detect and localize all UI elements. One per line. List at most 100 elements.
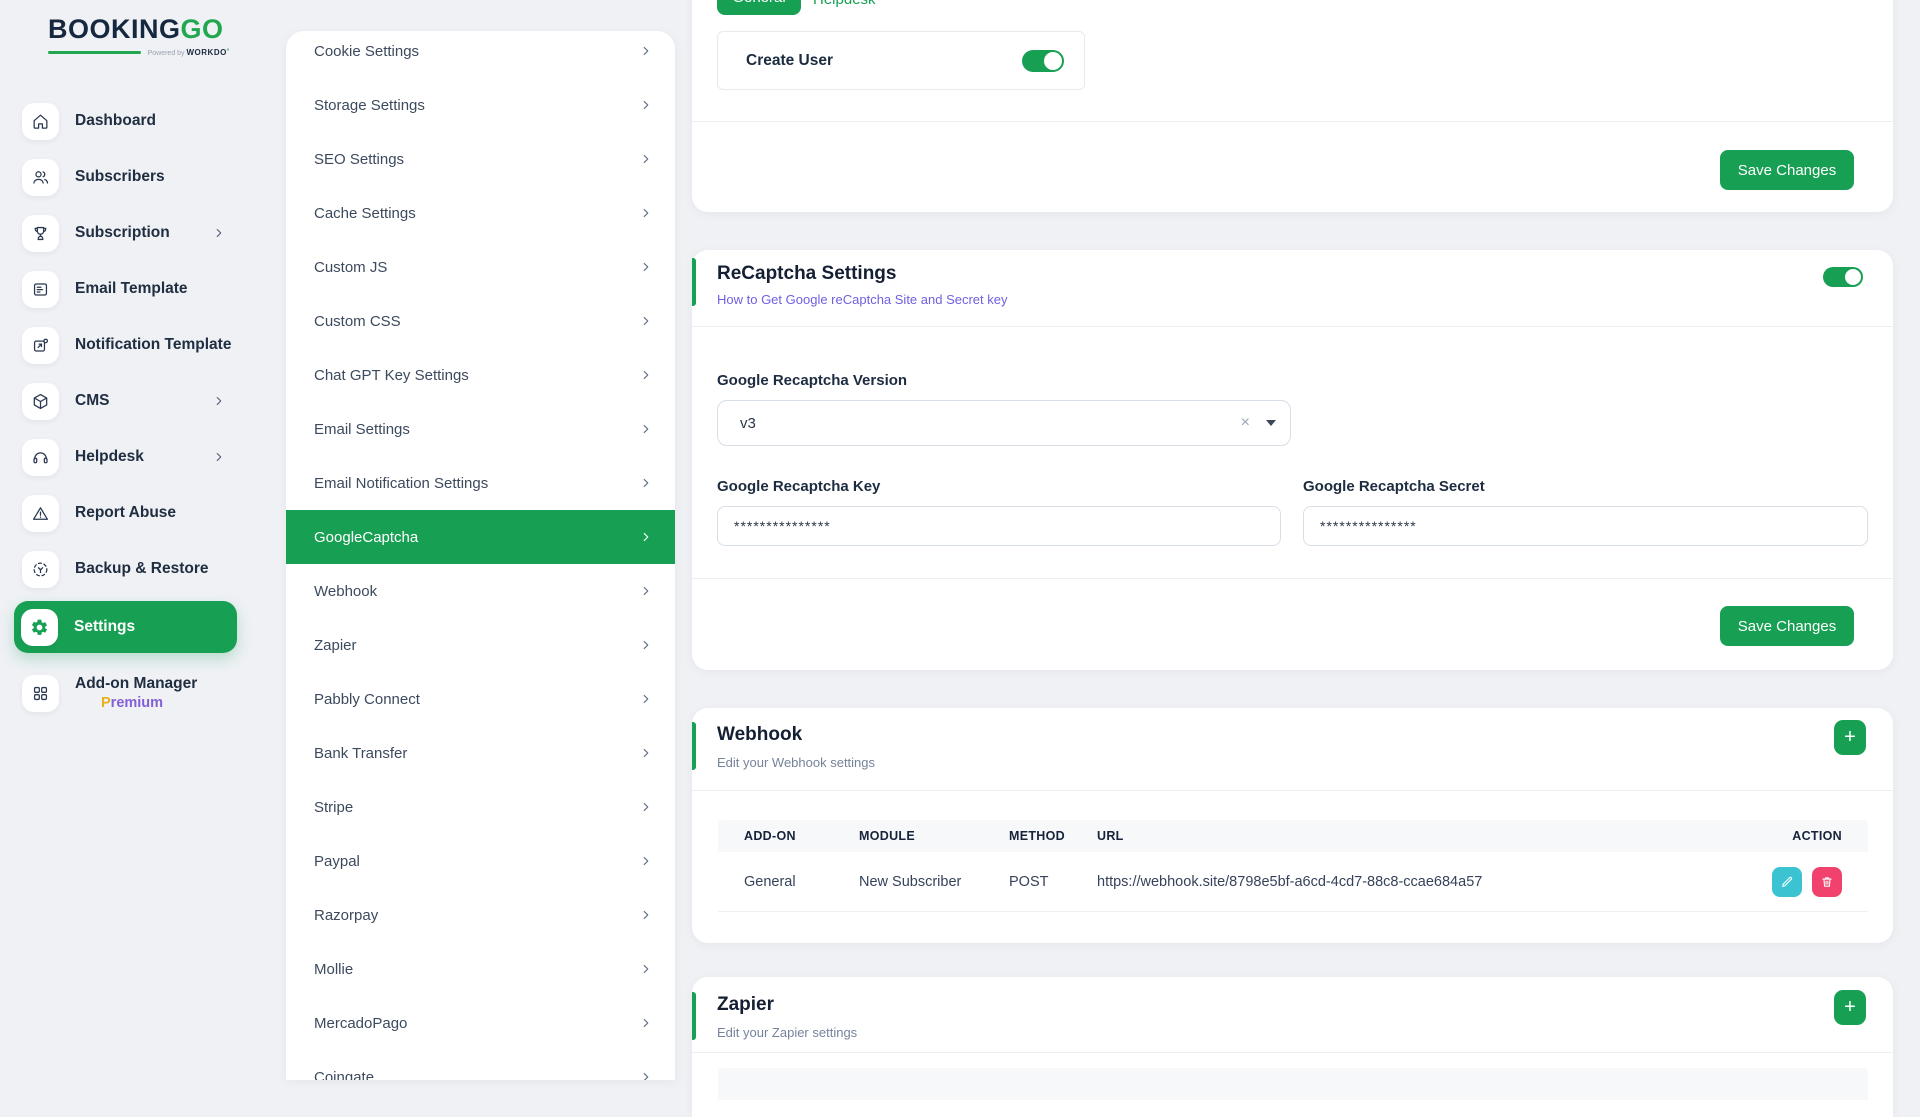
pencil-icon: [1780, 875, 1794, 889]
cube-icon: [31, 392, 50, 411]
restore-icon: [31, 560, 50, 579]
submenu-item-stripe[interactable]: Stripe: [286, 780, 675, 834]
recaptcha-settings-card: ReCaptcha Settings How to Get Google reC…: [692, 250, 1893, 670]
submenu-item-mercadopago[interactable]: MercadoPago: [286, 996, 675, 1050]
chevron-right-icon: [639, 206, 653, 220]
chevron-right-icon: [639, 152, 653, 166]
sidebar-item-notification-template[interactable]: Notification Template: [0, 317, 256, 373]
chevron-right-icon: [639, 638, 653, 652]
headset-icon: [31, 448, 50, 467]
submenu-item-custom-js[interactable]: Custom JS: [286, 240, 675, 294]
recaptcha-secret-label: Google Recaptcha Secret: [1303, 478, 1485, 495]
submenu-item-seo-settings[interactable]: SEO Settings: [286, 132, 675, 186]
chevron-right-icon: [639, 584, 653, 598]
chevron-right-icon: [639, 1016, 653, 1030]
chevron-right-icon: [639, 908, 653, 922]
sidebar-item-label: Notification Template: [75, 336, 231, 354]
chevron-right-icon: [639, 422, 653, 436]
chevron-right-icon: [212, 226, 226, 240]
tab-helpdesk[interactable]: Helpdesk: [813, 0, 876, 15]
submenu-item-label: Mollie: [314, 961, 353, 978]
webhook-title: Webhook: [717, 724, 802, 746]
submenu-item-chat-gpt-key-settings[interactable]: Chat GPT Key Settings: [286, 348, 675, 402]
submenu-item-googlecaptcha[interactable]: GoogleCaptcha: [286, 510, 675, 564]
submenu-item-cache-settings[interactable]: Cache Settings: [286, 186, 675, 240]
chevron-right-icon: [639, 98, 653, 112]
chevron-right-icon: [639, 746, 653, 760]
sidebar-item-cms[interactable]: CMS: [0, 373, 256, 429]
recaptcha-version-value: v3: [740, 415, 1241, 432]
chevron-right-icon: [639, 530, 653, 544]
save-changes-button[interactable]: Save Changes: [1720, 150, 1854, 190]
chevron-right-icon: [212, 450, 226, 464]
chevron-right-icon: [639, 692, 653, 706]
submenu-item-label: Chat GPT Key Settings: [314, 367, 469, 384]
caret-down-icon[interactable]: [1266, 420, 1276, 426]
recaptcha-secret-input[interactable]: [1303, 506, 1868, 546]
sidebar-item-backup-restore[interactable]: Backup & Restore: [0, 541, 256, 597]
users-icon: [22, 159, 59, 196]
delete-button[interactable]: [1812, 867, 1842, 897]
chevron-right-icon: [639, 530, 653, 544]
submenu-item-email-notification-settings[interactable]: Email Notification Settings: [286, 456, 675, 510]
add-zapier-button[interactable]: +: [1834, 990, 1866, 1025]
trash-icon: [1820, 875, 1834, 889]
sidebar-item-settings[interactable]: Settings: [0, 599, 256, 655]
warning-icon: [31, 504, 50, 523]
sidebar-item-add-on-manager[interactable]: Add-on Manager Premium: [0, 657, 256, 729]
chevron-right-icon: [639, 44, 653, 58]
submenu-item-pabbly-connect[interactable]: Pabbly Connect: [286, 672, 675, 726]
create-user-toggle[interactable]: [1022, 50, 1064, 72]
create-user-setting: Create User: [717, 31, 1085, 90]
zapier-card: Zapier Edit your Zapier settings +: [692, 977, 1893, 1117]
chevron-right-icon: [639, 692, 653, 706]
chevron-right-icon: [639, 368, 653, 382]
recaptcha-version-select[interactable]: v3 ×: [717, 400, 1291, 446]
recaptcha-key-input[interactable]: [717, 506, 1281, 546]
cell-url: https://webhook.site/8798e5bf-a6cd-4cd7-…: [1097, 874, 1732, 890]
recaptcha-toggle[interactable]: [1823, 267, 1863, 287]
premium-badge: Premium: [101, 695, 197, 711]
submenu-item-label: Custom JS: [314, 259, 387, 276]
submenu-item-label: SEO Settings: [314, 151, 404, 168]
submenu-item-mollie[interactable]: Mollie: [286, 942, 675, 996]
submenu-item-bank-transfer[interactable]: Bank Transfer: [286, 726, 675, 780]
chevron-right-icon: [639, 422, 653, 436]
app-logo: BOOKINGGO Powered by WORKDO˚: [48, 14, 230, 57]
zapier-table-header: [718, 1068, 1868, 1100]
sidebar-item-dashboard[interactable]: Dashboard: [0, 93, 256, 149]
recaptcha-version-label: Google Recaptcha Version: [717, 372, 907, 389]
submenu-item-cookie-settings[interactable]: Cookie Settings: [286, 31, 675, 78]
submenu-item-label: Razorpay: [314, 907, 378, 924]
submenu-item-razorpay[interactable]: Razorpay: [286, 888, 675, 942]
recaptcha-help-link[interactable]: How to Get Google reCaptcha Site and Sec…: [717, 292, 1008, 307]
submenu-item-custom-css[interactable]: Custom CSS: [286, 294, 675, 348]
chevron-right-icon: [639, 206, 653, 220]
save-changes-button[interactable]: Save Changes: [1720, 606, 1854, 646]
submenu-item-label: MercadoPago: [314, 1015, 407, 1032]
webhook-subtitle: Edit your Webhook settings: [717, 755, 875, 770]
submenu-item-label: Custom CSS: [314, 313, 401, 330]
clear-icon[interactable]: ×: [1241, 414, 1250, 432]
submenu-item-storage-settings[interactable]: Storage Settings: [286, 78, 675, 132]
sidebar-item-subscribers[interactable]: Subscribers: [0, 149, 256, 205]
submenu-item-webhook[interactable]: Webhook: [286, 564, 675, 618]
sidebar-item-report-abuse[interactable]: Report Abuse: [0, 485, 256, 541]
submenu-item-email-settings[interactable]: Email Settings: [286, 402, 675, 456]
sidebar-item-subscription[interactable]: Subscription: [0, 205, 256, 261]
table-header-row: ADD-ONMODULEMETHODURLACTION: [718, 820, 1868, 852]
submenu-item-coingate[interactable]: Coingate: [286, 1050, 675, 1080]
edit-button[interactable]: [1772, 867, 1802, 897]
addon-manager-label: Add-on Manager: [75, 675, 197, 693]
add-webhook-button[interactable]: +: [1834, 720, 1866, 755]
sidebar-item-email-template[interactable]: Email Template: [0, 261, 256, 317]
sidebar-item-helpdesk[interactable]: Helpdesk: [0, 429, 256, 485]
submenu-item-zapier[interactable]: Zapier: [286, 618, 675, 672]
chevron-right-icon: [639, 260, 653, 274]
table-row: General New Subscriber POST https://webh…: [718, 852, 1868, 912]
submenu-item-paypal[interactable]: Paypal: [286, 834, 675, 888]
headset-icon: [22, 439, 59, 476]
tab-general[interactable]: General: [717, 0, 801, 15]
accent-bar: [692, 992, 696, 1040]
cell-module: New Subscriber: [859, 874, 1009, 890]
